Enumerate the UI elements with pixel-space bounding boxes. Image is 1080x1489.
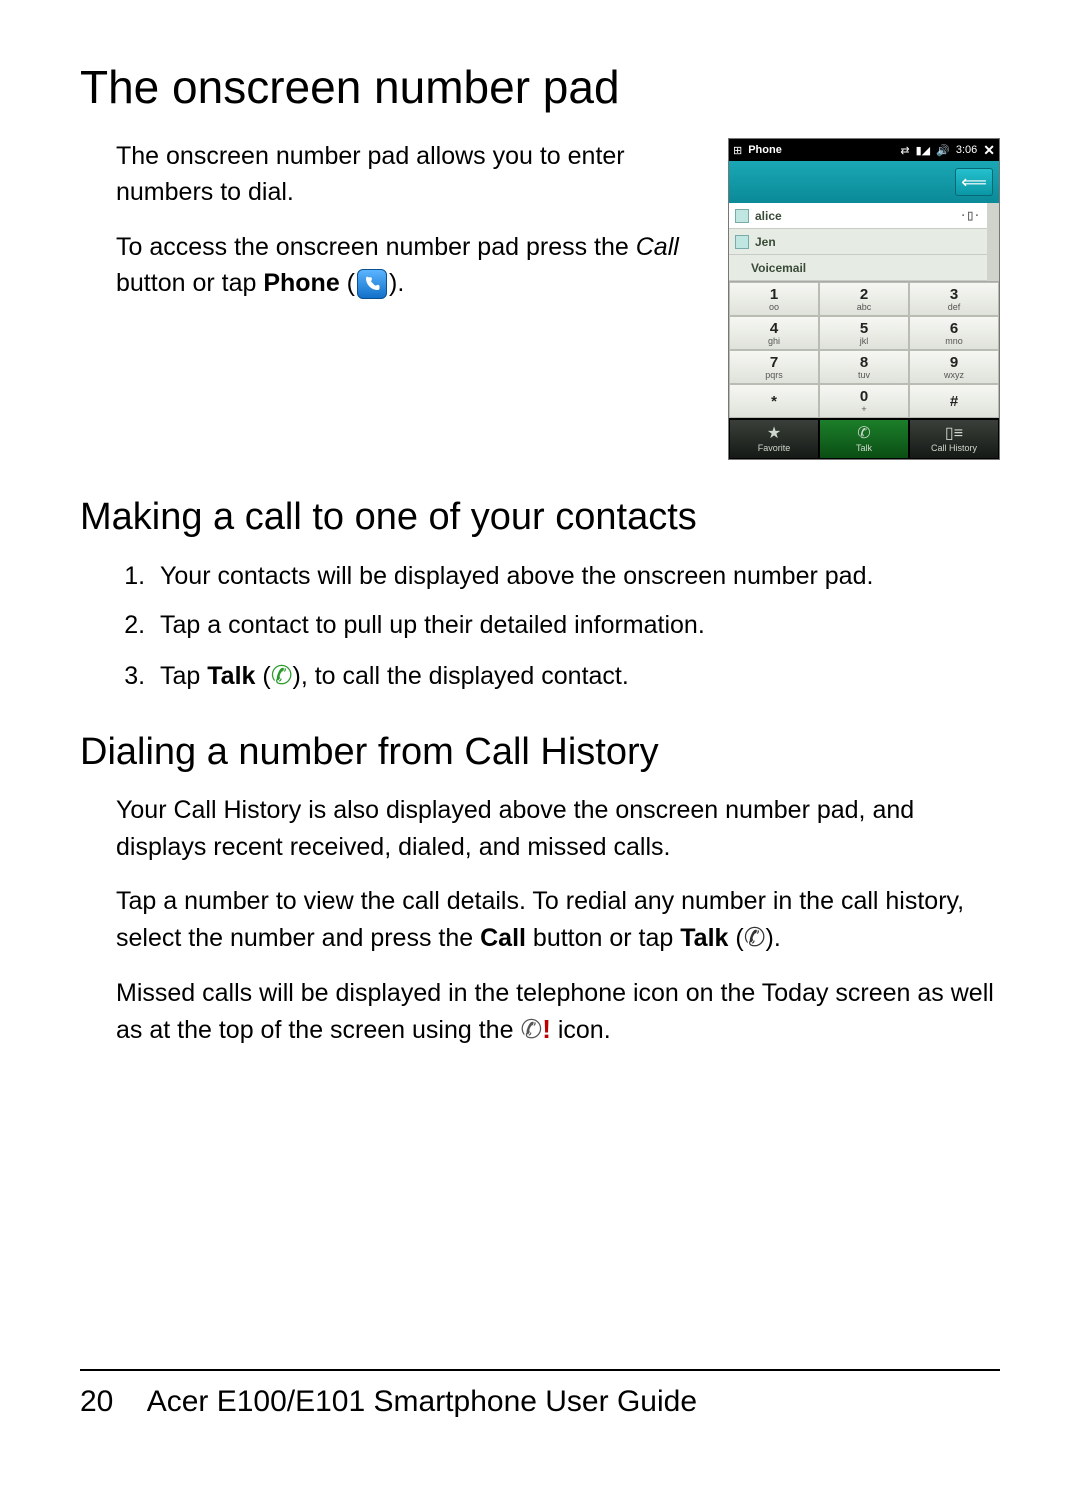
phone-bottom-button: ✆Talk — [819, 419, 909, 459]
keypad-key: * — [729, 384, 819, 418]
back-icon: ⟸ — [955, 168, 993, 196]
keypad-key: 9wxyz — [909, 350, 999, 384]
page-footer: 20 Acer E100/E101 Smartphone User Guide — [80, 1369, 1000, 1419]
phone-bottom-button: ▯≡Call History — [909, 419, 999, 459]
missed-call-icon: ✆! — [520, 1014, 550, 1044]
paragraph: Your Call History is also displayed abov… — [116, 792, 1000, 865]
talk-icon: ✆ — [744, 922, 766, 952]
page-title: The onscreen number pad — [80, 60, 1000, 114]
keypad-key: 7pqrs — [729, 350, 819, 384]
scrollbar — [987, 203, 999, 281]
keypad-key: 6mno — [909, 316, 999, 350]
keypad-key: 4ghi — [729, 316, 819, 350]
contact-row: alice·▯· — [729, 203, 987, 229]
phone-keypad: 1oo2abc3def 4ghi5jkl6mno 7pqrs8tuv9wxyz *0+… — [729, 281, 999, 418]
intro-paragraph-1: The onscreen number pad allows you to en… — [116, 138, 704, 211]
keypad-key: 8tuv — [819, 350, 909, 384]
intro-paragraph-2: To access the onscreen number pad press … — [116, 229, 704, 302]
talk-icon: ✆ — [271, 660, 293, 690]
phone-toolbar: ⟸ — [729, 161, 999, 203]
list-item: Your contacts will be displayed above th… — [152, 557, 1000, 596]
paragraph: Tap a number to view the call details. T… — [116, 883, 1000, 957]
keypad-key: 0+ — [819, 384, 909, 418]
contact-row: Voicemail — [729, 255, 987, 281]
phone-bottom-button: ★Favorite — [729, 419, 819, 459]
keypad-key: 2abc — [819, 282, 909, 316]
section-heading: Dialing a number from Call History — [80, 731, 1000, 774]
phone-icon — [357, 269, 387, 299]
page-number: 20 — [80, 1385, 140, 1419]
contact-list: alice·▯· Jen Voicemail — [729, 203, 987, 281]
close-icon: ✕ — [983, 142, 995, 159]
paragraph: Missed calls will be displayed in the te… — [116, 975, 1000, 1049]
list-item: Tap a contact to pull up their detailed … — [152, 606, 1000, 645]
section-heading: Making a call to one of your contacts — [80, 496, 1000, 539]
footer-title: Acer E100/E101 Smartphone User Guide — [147, 1385, 697, 1418]
steps-list: Your contacts will be displayed above th… — [152, 557, 1000, 695]
phone-bottom-bar: ★Favorite✆Talk▯≡Call History — [729, 418, 999, 459]
list-item: Tap Talk (✆), to call the displayed cont… — [152, 655, 1000, 696]
phone-status-bar: ⊞ Phone ⇄▮◢🔊 3:06 ✕ — [729, 139, 999, 161]
contact-row: Jen — [729, 229, 987, 255]
phone-screenshot: ⊞ Phone ⇄▮◢🔊 3:06 ✕ ⟸ alice·▯· Jen Voice… — [728, 138, 1000, 460]
keypad-key: 5jkl — [819, 316, 909, 350]
keypad-key: # — [909, 384, 999, 418]
keypad-key: 3def — [909, 282, 999, 316]
keypad-key: 1oo — [729, 282, 819, 316]
